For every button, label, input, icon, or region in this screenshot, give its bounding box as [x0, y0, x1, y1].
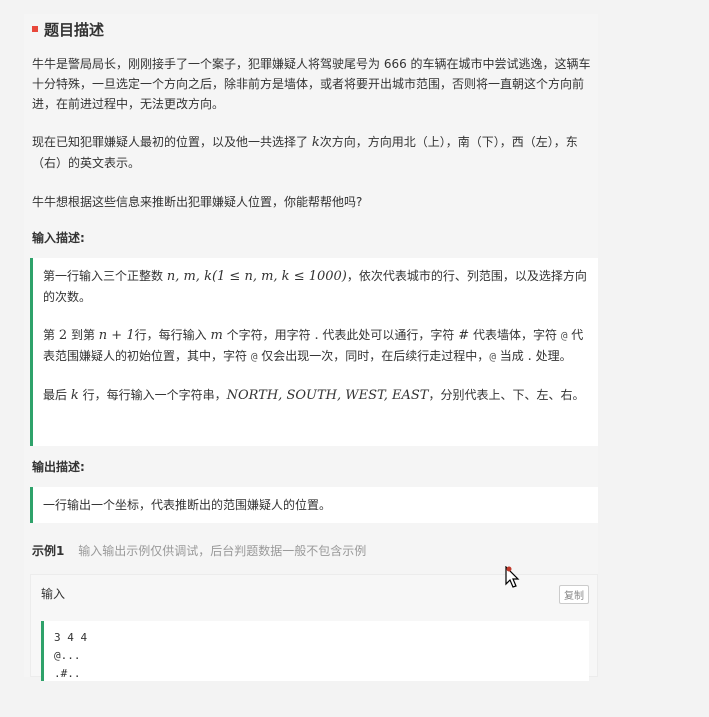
mouse-cursor-icon: [505, 566, 520, 588]
input-line-2-text-a: 第: [43, 328, 56, 342]
input-line-2-hash: #: [458, 328, 470, 343]
example-label: 示例1: [32, 544, 65, 558]
input-line-2-dot-2: .: [527, 349, 532, 364]
input-line-2-n-plus-1: n + 1: [98, 328, 135, 343]
input-line-3-directions: NORTH, SOUTH, WEST, EAST: [226, 388, 429, 403]
description-para-1: 牛牛是警局局长，刚刚接手了一个案子，犯罪嫌疑人将驾驶尾号为 666 的车辆在城市…: [32, 57, 591, 111]
input-description-box: 第一行输入三个正整数 n, m, k(1 ≤ n, m, k ≤ 1000)，依…: [30, 258, 598, 446]
input-line-3-k: k: [70, 388, 79, 403]
input-line-2-text-h: 仅会出现一次，同时，在后续行走过程中，: [261, 349, 490, 363]
input-line-2-at-2: @: [250, 350, 258, 363]
output-description-box: 一行输出一个坐标，代表推断出的范围嫌疑人的位置。: [30, 487, 598, 523]
description-para-2: 现在已知犯罪嫌疑人最初的位置，以及他一共选择了 k次方向，方向用北（上），南（下…: [32, 132, 592, 173]
input-line-2-text-i: 当成: [499, 349, 524, 363]
input-line-2-text-f: 代表墙体，字符: [473, 328, 558, 342]
input-line-2-text-c: 行，每行输入: [134, 328, 207, 342]
output-text: 一行输出一个坐标，代表推断出的范围嫌疑人的位置。: [43, 498, 332, 512]
input-line-3-text-c: ，分别代表上、下、左、右。: [428, 388, 585, 402]
title-marker-icon: [32, 26, 38, 32]
input-line-1: 第一行输入三个正整数 n, m, k(1 ≤ n, m, k ≤ 1000)，依…: [43, 266, 588, 307]
input-line-2-text-j: 处理。: [535, 349, 572, 363]
input-line-1-text-a: 第一行输入三个正整数: [43, 269, 164, 283]
example-hint: 输入输出示例仅供调试，后台判题数据一般不包含示例: [78, 544, 367, 558]
input-line-3: 最后 k 行，每行输入一个字符串，NORTH, SOUTH, WEST, EAS…: [43, 385, 588, 406]
description-para-2-text-a: 现在已知犯罪嫌疑人最初的位置，以及他一共选择了: [32, 135, 309, 149]
section-title: 题目描述: [32, 18, 104, 40]
variable-k: k: [311, 135, 320, 150]
input-line-2-text-d: 个字符，用字符: [226, 328, 311, 342]
output-heading: 输出描述:: [32, 460, 85, 474]
input-line-1-math: n, m, k(1 ≤ n, m, k ≤ 1000): [166, 269, 347, 284]
example-input-label: 输入: [41, 587, 66, 601]
input-line-2-dot: .: [314, 328, 319, 343]
input-line-2: 第 2 到第 n + 1行，每行输入 m 个字符，用字符 . 代表此处可以通行，…: [43, 325, 588, 367]
description-para-3: 牛牛想根据这些信息来推断出犯罪嫌疑人位置，你能帮帮他吗?: [32, 195, 363, 209]
example-input-code[interactable]: 3 4 4 @... .#..: [41, 621, 589, 681]
copy-button[interactable]: 复制: [559, 585, 589, 604]
input-line-2-text-b: 到第: [70, 328, 95, 342]
input-line-3-text-b: 行，每行输入一个字符串，: [82, 388, 227, 402]
section-title-text: 题目描述: [44, 20, 105, 39]
input-line-2-at-3: @: [489, 350, 496, 363]
input-line-2-at: @: [560, 329, 568, 342]
input-line-2-text-e: 代表此处可以通行，字符: [322, 328, 455, 342]
input-line-2-two: 2: [58, 328, 68, 343]
input-heading: 输入描述:: [32, 231, 85, 245]
input-line-2-m: m: [210, 328, 223, 343]
example-header: 示例1 输入输出示例仅供调试，后台判题数据一般不包含示例: [32, 542, 366, 559]
input-line-3-text-a: 最后: [43, 388, 68, 402]
